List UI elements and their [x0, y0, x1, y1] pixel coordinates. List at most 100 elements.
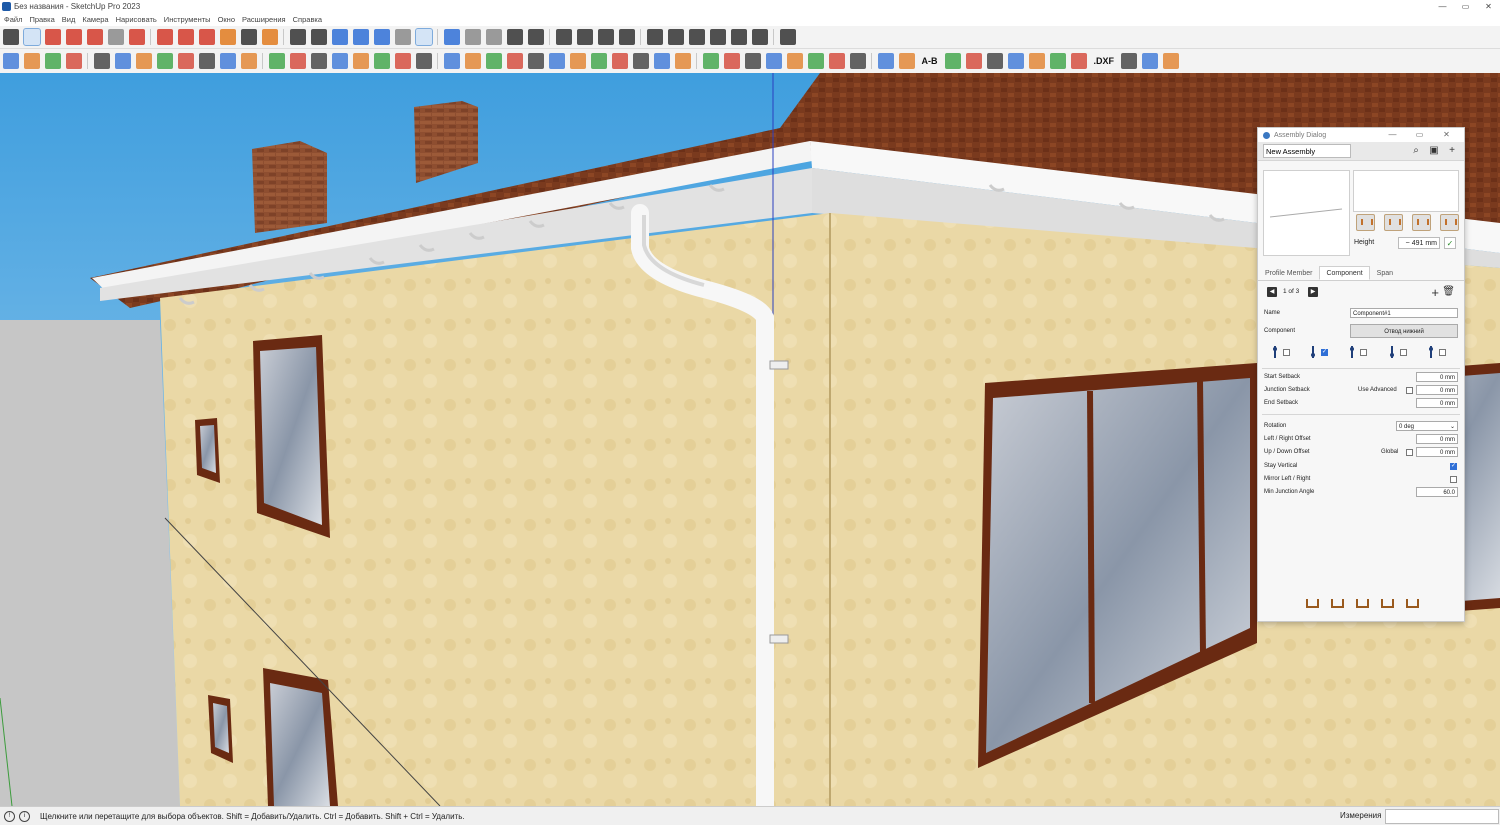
mirror-checkbox[interactable] [1450, 476, 1457, 483]
extension-tool-icon[interactable] [1142, 53, 1159, 69]
section-icon[interactable] [414, 28, 433, 46]
ab-tool-button[interactable]: A-B [920, 53, 940, 69]
eyedropper-icon[interactable] [1379, 597, 1394, 609]
orbit-icon[interactable] [331, 29, 348, 45]
scale-icon[interactable] [198, 29, 215, 45]
stay-vertical-checkbox[interactable] [1450, 462, 1457, 470]
extension-tool-icon[interactable] [1049, 53, 1066, 69]
extension-tool-icon[interactable] [1163, 53, 1180, 69]
assembly-name-input[interactable] [1263, 144, 1351, 158]
extension-tool-icon[interactable] [135, 53, 152, 69]
extension-tool-icon[interactable] [177, 53, 194, 69]
add-icon[interactable]: + [1445, 144, 1459, 158]
extension-tool-icon[interactable] [23, 53, 40, 69]
extension-tool-icon[interactable] [93, 53, 110, 69]
extension-tool-icon[interactable] [569, 53, 586, 69]
extension-tool-icon[interactable] [548, 53, 565, 69]
ud-offset-field[interactable]: 0 mm [1416, 447, 1458, 457]
extension-tool-icon[interactable] [415, 53, 432, 69]
use-advanced-checkbox[interactable] [1406, 387, 1413, 394]
extension-tool-icon[interactable] [702, 53, 719, 69]
extension-tool-icon[interactable] [352, 53, 369, 69]
pan-icon[interactable] [352, 29, 369, 45]
solid-trim-icon[interactable] [730, 29, 747, 45]
extension-tool-icon[interactable] [219, 53, 236, 69]
end-setback-field[interactable]: 0 mm [1416, 398, 1458, 408]
global-checkbox[interactable] [1406, 449, 1413, 456]
extension-tool-icon[interactable] [877, 53, 894, 69]
component-icon[interactable] [485, 29, 502, 45]
warehouse-icon[interactable] [555, 29, 572, 45]
menu-help[interactable]: Справка [293, 15, 322, 24]
extension-tool-icon[interactable] [485, 53, 502, 69]
menu-window[interactable]: Окно [218, 15, 235, 24]
menu-file[interactable]: Файл [4, 15, 22, 24]
pushpull-icon[interactable] [128, 29, 145, 45]
extension-tool-icon[interactable] [506, 53, 523, 69]
rectangle-icon[interactable] [107, 29, 124, 45]
min-angle-field[interactable]: 60.0 [1416, 487, 1458, 497]
solid-subtract-icon[interactable] [709, 29, 726, 45]
dialog-close-button[interactable]: ✕ [1433, 128, 1460, 142]
search-icon[interactable] [2, 29, 19, 45]
delete-component-icon[interactable]: 🗑 [1442, 286, 1455, 297]
extension-tool-icon[interactable] [723, 53, 740, 69]
maximize-button[interactable]: ▭ [1454, 0, 1477, 13]
dxf-export-button[interactable]: .DXF [1092, 53, 1117, 69]
next-arrow-icon[interactable]: ▶ [1308, 287, 1318, 297]
extension-tool-icon[interactable] [986, 53, 1003, 69]
extension-tool-icon[interactable] [1121, 53, 1138, 69]
connector-checkbox[interactable] [1400, 349, 1407, 356]
box-icon[interactable] [464, 29, 481, 45]
menu-view[interactable]: Вид [62, 15, 76, 24]
knife-icon[interactable] [779, 29, 796, 45]
tab-span[interactable]: Span [1370, 266, 1400, 280]
move-icon[interactable] [156, 29, 173, 45]
extension-tool-icon[interactable] [653, 53, 670, 69]
geolocation-icon[interactable]: ! [4, 810, 15, 822]
gutter-hook-icon[interactable] [1329, 597, 1344, 609]
extension-tool-icon[interactable] [849, 53, 866, 69]
solid-split-icon[interactable] [751, 29, 768, 45]
extension-tool-icon[interactable] [1007, 53, 1024, 69]
extension-tool-icon[interactable] [44, 53, 61, 69]
prev-arrow-icon[interactable]: ◀ [1267, 287, 1277, 297]
extension-tool-icon[interactable] [828, 53, 845, 69]
extension-tool-icon[interactable] [632, 53, 649, 69]
menu-edit[interactable]: Правка [29, 15, 54, 24]
extension-tool-icon[interactable] [674, 53, 691, 69]
door-icon[interactable] [597, 29, 614, 45]
tape-measure-icon[interactable] [240, 29, 257, 45]
extension-tool-icon[interactable] [898, 53, 915, 69]
zoom-extents-icon[interactable] [310, 29, 327, 45]
rotation-select[interactable]: 0 deg ⌄ [1396, 421, 1458, 431]
extension-tool-icon[interactable] [527, 53, 544, 69]
solid-outer-icon[interactable] [646, 29, 663, 45]
offset-icon[interactable] [219, 29, 236, 45]
arc-icon[interactable] [86, 29, 103, 45]
save-icon[interactable]: ▣ [1427, 144, 1441, 158]
group-icon[interactable] [506, 29, 523, 45]
extension-tool-icon[interactable] [268, 53, 285, 69]
height-field[interactable]: ~ 491 mm [1398, 237, 1440, 249]
extension-tool-icon[interactable] [114, 53, 131, 69]
add-component-icon[interactable]: + [1431, 285, 1439, 300]
eraser-icon[interactable] [44, 29, 61, 45]
menu-extensions[interactable]: Расширения [242, 15, 286, 24]
profile-i-button[interactable] [1384, 214, 1403, 231]
search-icon[interactable]: ⌕ [1409, 144, 1423, 158]
window-icon[interactable] [618, 29, 635, 45]
profile-edit-button[interactable] [1440, 214, 1459, 231]
extension-tool-icon[interactable] [2, 53, 19, 69]
connector-checkbox[interactable] [1321, 348, 1328, 356]
profile-h-button[interactable] [1356, 214, 1375, 231]
dialog-minimize-button[interactable]: — [1379, 128, 1406, 142]
tab-profile-member[interactable]: Profile Member [1258, 266, 1319, 280]
extension-tool-icon[interactable] [807, 53, 824, 69]
name-field[interactable]: Component#1 [1350, 308, 1458, 318]
start-setback-field[interactable]: 0 mm [1416, 372, 1458, 382]
connector-checkbox[interactable] [1360, 349, 1367, 356]
extension-tool-icon[interactable] [1028, 53, 1045, 69]
solid-union-icon[interactable] [667, 29, 684, 45]
measurements-input[interactable] [1385, 809, 1499, 824]
